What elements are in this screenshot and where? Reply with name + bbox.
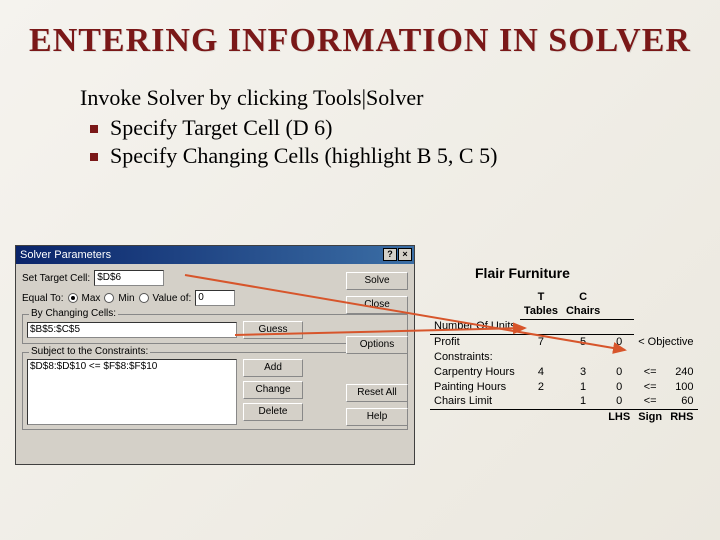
content-block: Invoke Solver by clicking Tools|Solver S… [80,85,640,169]
paint-T: 2 [520,379,562,394]
col-C: C [562,289,604,304]
max-label: Max [82,293,101,304]
paint-sign: <= [634,379,666,394]
paint-D: 0 [604,379,634,394]
row-carpentry: Carpentry Hours [430,364,520,379]
ftr-sign: Sign [634,409,666,424]
spreadsheet-panel: Flair Furniture T C Tables Chairs Number… [430,265,720,424]
paint-rhs: 100 [666,379,697,394]
bullet-2: Specify Changing Cells (highlight B 5, C… [90,143,640,169]
data-table: T C Tables Chairs Number Of Units Profit… [430,289,698,424]
paint-C: 1 [562,379,604,394]
min-label: Min [118,293,134,304]
row-painting: Painting Hours [430,379,520,394]
profit-C: 5 [562,334,604,349]
solver-titlebar: Solver Parameters ? × [16,246,414,264]
guess-button[interactable]: Guess [243,321,303,339]
slide-title: ENTERING INFORMATION IN SOLVER [0,0,720,60]
profit-T: 7 [520,334,562,349]
options-button[interactable]: Options [346,336,408,354]
objective-note: < Objective [634,334,697,349]
change-button[interactable]: Change [243,381,303,399]
chlim-D: 0 [604,394,634,409]
close-button[interactable]: Close [346,296,408,314]
chlim-C: 1 [562,394,604,409]
row-units: Number Of Units [430,319,520,334]
sheet-title: Flair Furniture [475,265,720,281]
col-T: T [520,289,562,304]
ftr-lhs: LHS [604,409,634,424]
delete-button[interactable]: Delete [243,403,303,421]
carp-sign: <= [634,364,666,379]
solver-title: Solver Parameters [20,249,111,261]
reset-button[interactable]: Reset All [346,384,408,402]
hdr-tables: Tables [520,304,562,319]
profit-D: 0 [604,334,634,349]
changing-cells-input[interactable]: $B$5:$C$5 [27,322,237,338]
help-icon[interactable]: ? [383,248,397,261]
constraints-list[interactable]: $D$8:$D$10 <= $F$8:$F$10 [27,359,237,425]
equal-to-label: Equal To: [22,293,64,304]
intro-text: Invoke Solver by clicking Tools|Solver [80,85,640,111]
chlim-sign: <= [634,394,666,409]
min-radio[interactable] [104,293,114,303]
row-profit: Profit [430,334,520,349]
max-radio[interactable] [68,293,78,303]
lower-panel: Solver Parameters ? × Set Target Cell: $… [15,245,710,530]
close-icon[interactable]: × [398,248,412,261]
target-cell-input[interactable]: $D$6 [94,270,164,286]
add-button[interactable]: Add [243,359,303,377]
valueof-input[interactable]: 0 [195,290,235,306]
carp-rhs: 240 [666,364,697,379]
row-chairs-limit: Chairs Limit [430,394,520,409]
help-button[interactable]: Help [346,408,408,426]
solve-button[interactable]: Solve [346,272,408,290]
bullet-1: Specify Target Cell (D 6) [90,115,640,141]
constraints-label: Subject to the Constraints: [29,346,150,357]
hdr-chairs: Chairs [562,304,604,319]
changing-cells-label: By Changing Cells: [29,308,118,319]
chlim-rhs: 60 [666,394,697,409]
row-constraints: Constraints: [430,349,520,364]
solver-dialog: Solver Parameters ? × Set Target Cell: $… [15,245,415,465]
carp-T: 4 [520,364,562,379]
valueof-radio[interactable] [139,293,149,303]
set-target-label: Set Target Cell: [22,273,90,284]
ftr-rhs: RHS [666,409,697,424]
carp-D: 0 [604,364,634,379]
constraint-line: $D$8:$D$10 <= $F$8:$F$10 [30,361,234,372]
carp-C: 3 [562,364,604,379]
chlim-T [520,394,562,409]
valueof-label: Value of: [153,293,192,304]
